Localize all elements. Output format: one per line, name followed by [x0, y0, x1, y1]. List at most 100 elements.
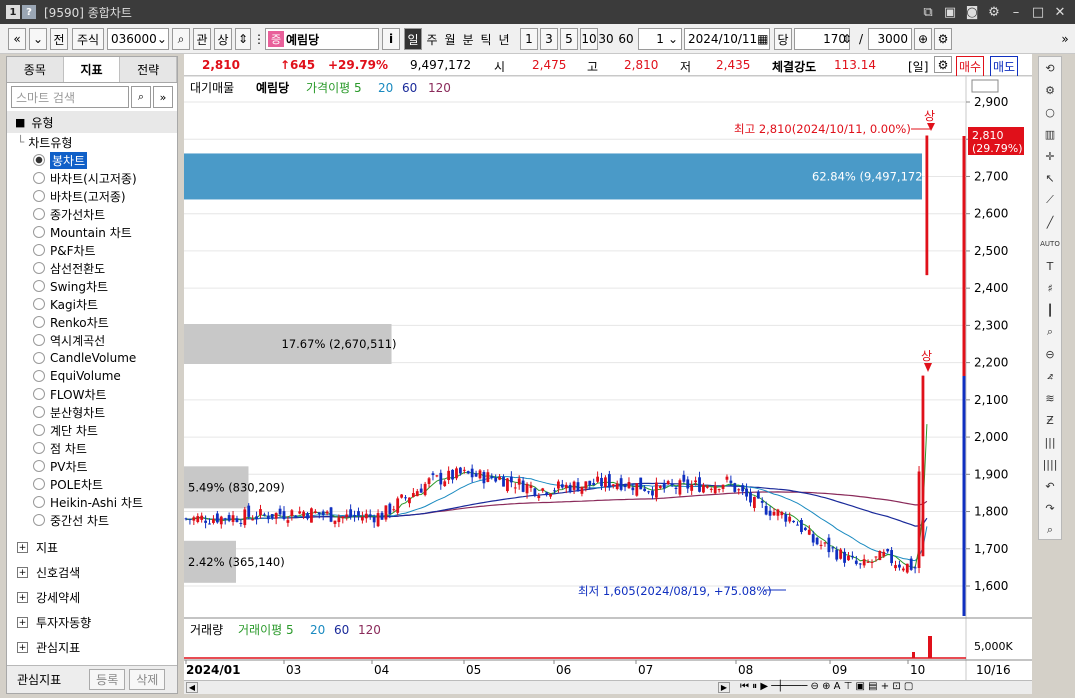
maximize-icon[interactable]: □: [1029, 3, 1047, 21]
pointer-icon[interactable]: ↖: [1039, 167, 1061, 189]
minute-5-button[interactable]: 5: [560, 28, 578, 50]
line-icon[interactable]: ╱: [1039, 211, 1061, 233]
tab-stock[interactable]: 종목: [7, 57, 64, 82]
calendar-icon[interactable]: ▦: [757, 32, 768, 46]
chart-type-item[interactable]: POLE차트: [7, 475, 177, 493]
date-input[interactable]: 2024/10/11 ▦: [684, 28, 770, 50]
market-select[interactable]: 주식: [72, 28, 104, 50]
radio-icon[interactable]: [33, 388, 45, 400]
text-icon[interactable]: T: [1039, 255, 1061, 277]
measure-icon[interactable]: ⦨: [1039, 365, 1061, 387]
vertical-lines-icon[interactable]: |||: [1039, 431, 1061, 453]
undo-icon[interactable]: ↶: [1039, 475, 1061, 497]
sang-button[interactable]: 상: [214, 28, 232, 50]
period-month-tab[interactable]: 월: [442, 28, 458, 50]
quote-settings-icon[interactable]: ⚙: [934, 56, 952, 73]
trend-icon[interactable]: ♯: [1039, 277, 1061, 299]
prev-stock-button[interactable]: «: [8, 28, 26, 50]
scroll-left-icon[interactable]: ◀: [186, 682, 198, 693]
close-icon[interactable]: ✕: [1051, 3, 1069, 21]
total-input[interactable]: 3000: [868, 28, 912, 50]
collapse-icon[interactable]: »: [153, 86, 173, 108]
type-group-header[interactable]: ■ 유형: [7, 111, 177, 133]
price-chart[interactable]: 62.84% (9,497,172) 17.67% (2,670,511) 5.49…: [184, 75, 1032, 680]
chart-type-item[interactable]: Heikin-Ashi 차트: [7, 493, 177, 511]
chart-type-item[interactable]: Swing차트: [7, 277, 177, 295]
gear-icon[interactable]: ⚙: [985, 3, 1003, 21]
crosshair-icon[interactable]: ✛: [1039, 145, 1061, 167]
period-tick-tab[interactable]: 틱: [478, 28, 494, 50]
chart-type-item[interactable]: Renko차트: [7, 313, 177, 331]
radio-icon[interactable]: [33, 262, 45, 274]
buy-button[interactable]: 매수: [956, 56, 985, 77]
chart-type-item[interactable]: 역시계곡선: [7, 331, 177, 349]
info-button[interactable]: i: [382, 28, 400, 50]
auto-icon[interactable]: AUTO: [1039, 233, 1061, 255]
wave-icon[interactable]: Ƶ: [1039, 409, 1061, 431]
chart-type-item[interactable]: 분산형차트: [7, 403, 177, 421]
chevron-down-icon[interactable]: ⌄: [157, 32, 167, 46]
radio-icon[interactable]: [33, 460, 45, 472]
radio-icon[interactable]: [33, 244, 45, 256]
expand-icon[interactable]: +: [17, 567, 28, 578]
bar-lines-icon[interactable]: ||||: [1039, 453, 1061, 475]
stock-list-button[interactable]: ⌄: [29, 28, 47, 50]
period-year-tab[interactable]: 년: [496, 28, 512, 50]
redo-icon[interactable]: ↷: [1039, 497, 1061, 519]
period-day-tab[interactable]: 일: [404, 28, 422, 50]
radio-icon[interactable]: [33, 172, 45, 184]
radio-icon[interactable]: [33, 406, 45, 418]
period-minute-tab[interactable]: 분: [460, 28, 476, 50]
playback-controls[interactable]: ⏮ ⏸ ▶ ─┼──── ⊖ ⊕ A ⊤ ▣ ▤ + ⊡ ▢: [740, 681, 913, 692]
log-scale-toggle[interactable]: [971, 79, 999, 93]
chart-area[interactable]: 62.84% (9,497,172) 17.67% (2,670,511) 5.49…: [184, 75, 1032, 680]
menu-dots-icon[interactable]: ⋮: [253, 28, 265, 50]
chart-type-item[interactable]: 중간선 차트: [7, 511, 177, 529]
scroll-right-icon[interactable]: ▶: [718, 682, 730, 693]
radio-icon[interactable]: [33, 208, 45, 220]
chart-type-item[interactable]: CandleVolume: [7, 349, 177, 367]
chart-type-item[interactable]: 봉차트: [7, 151, 177, 169]
indicator-group[interactable]: + 관심지표: [7, 635, 177, 660]
expand-right-icon[interactable]: »: [1058, 28, 1072, 50]
radio-icon[interactable]: [33, 226, 45, 238]
chart-type-item[interactable]: EquiVolume: [7, 367, 177, 385]
tab-strategy[interactable]: 전략: [120, 57, 178, 82]
circle-icon[interactable]: ○: [1039, 101, 1061, 123]
multiplier-input[interactable]: 1 ⌄: [638, 28, 682, 50]
indicator-group[interactable]: + 지표: [7, 535, 177, 560]
stock-name-field[interactable]: 증 예림당: [265, 28, 379, 50]
jeon-button[interactable]: 전: [50, 28, 68, 50]
chart-type-item[interactable]: P&F차트: [7, 241, 177, 259]
minute-3-button[interactable]: 3: [540, 28, 558, 50]
minimize-icon[interactable]: –: [1007, 3, 1025, 21]
search-icon[interactable]: ⌕: [1039, 519, 1061, 541]
link-icon[interactable]: ⧉: [919, 3, 937, 21]
radio-icon[interactable]: [33, 514, 45, 526]
radio-icon[interactable]: [33, 478, 45, 490]
count-stepper[interactable]: ⇕: [840, 28, 854, 50]
gear-icon[interactable]: ⚙: [1039, 79, 1061, 101]
refresh-icon[interactable]: ⟲: [1039, 57, 1061, 79]
radio-icon[interactable]: [33, 190, 45, 202]
dang-button[interactable]: 당: [774, 28, 792, 50]
stock-code-input[interactable]: 036000 ⌄: [107, 28, 169, 50]
chart-type-item[interactable]: 계단 차트: [7, 421, 177, 439]
smart-search-input[interactable]: 스마트 검색: [11, 86, 129, 108]
ray-icon[interactable]: ⟋: [1039, 189, 1061, 211]
chart-icon[interactable]: ▥: [1039, 123, 1061, 145]
kwan-button[interactable]: 관: [193, 28, 211, 50]
sell-button[interactable]: 매도: [990, 56, 1019, 77]
minute-10-button[interactable]: 10: [580, 28, 598, 50]
camera-icon[interactable]: ◙: [963, 3, 981, 21]
search-icon[interactable]: ⌕: [131, 86, 151, 108]
stepper-icon[interactable]: ⇕: [235, 28, 251, 50]
radio-icon[interactable]: [33, 352, 45, 364]
delete-button[interactable]: 삭제: [129, 669, 166, 690]
radio-icon[interactable]: [33, 334, 45, 346]
chart-type-item[interactable]: Mountain 차트: [7, 223, 177, 241]
candle-icon[interactable]: ┃: [1039, 299, 1061, 321]
expand-icon[interactable]: +: [17, 642, 28, 653]
chart-type-item[interactable]: 바차트(고저종): [7, 187, 177, 205]
chevron-down-icon[interactable]: ⌄: [668, 32, 678, 46]
